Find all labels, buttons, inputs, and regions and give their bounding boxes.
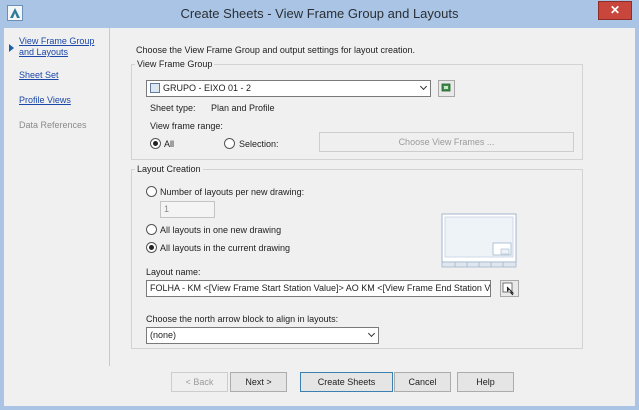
intro-text: Choose the View Frame Group and output s… <box>136 45 415 55</box>
wizard-nav: View Frame Group and Layouts Sheet Set P… <box>4 28 110 366</box>
nav-item-view-frame-group[interactable]: View Frame Group and Layouts <box>19 36 94 58</box>
edit-format-icon <box>502 282 515 296</box>
north-arrow-value: (none) <box>150 330 177 340</box>
view-frame-range-label: View frame range: <box>150 121 223 131</box>
view-frame-group-box: View Frame Group GRUPO - EIXO 01 - 2 She… <box>131 59 583 160</box>
nav-item-profile-views[interactable]: Profile Views <box>19 95 71 106</box>
main-panel: Choose the View Frame Group and output s… <box>111 28 635 366</box>
title-bar[interactable]: Create Sheets - View Frame Group and Lay… <box>0 0 639 28</box>
view-frame-group-icon <box>150 83 160 93</box>
layouts-per-drawing-label[interactable]: Number of layouts per new drawing: <box>160 187 304 197</box>
layout-preview-image <box>441 213 517 269</box>
chevron-down-icon <box>367 329 376 338</box>
chevron-down-icon <box>419 82 428 91</box>
nav-item-data-references[interactable]: Data References <box>19 120 87 131</box>
north-arrow-label: Choose the north arrow block to align in… <box>146 314 339 324</box>
north-arrow-select[interactable]: (none) <box>146 327 379 344</box>
range-all-radio[interactable] <box>150 138 161 149</box>
cancel-button[interactable]: Cancel <box>394 372 451 392</box>
close-button[interactable]: ✕ <box>598 1 632 20</box>
layouts-per-drawing-radio[interactable] <box>146 186 157 197</box>
one-new-drawing-radio[interactable] <box>146 224 157 235</box>
range-selection-label[interactable]: Selection: <box>239 139 279 149</box>
layout-creation-label: Layout Creation <box>135 164 203 174</box>
back-button[interactable]: < Back <box>171 372 228 392</box>
nav-item-sheet-set[interactable]: Sheet Set <box>19 70 59 81</box>
help-button[interactable]: Help <box>457 372 514 392</box>
window-title: Create Sheets - View Frame Group and Lay… <box>180 6 459 21</box>
view-frame-group-value: GRUPO - EIXO 01 - 2 <box>163 83 252 93</box>
one-new-drawing-label[interactable]: All layouts in one new drawing <box>160 225 281 235</box>
dialog-window: Create Sheets - View Frame Group and Lay… <box>0 0 639 410</box>
current-step-arrow-icon <box>9 44 14 52</box>
create-sheets-button[interactable]: Create Sheets <box>300 372 393 392</box>
choose-view-frames-button[interactable]: Choose View Frames ... <box>319 132 574 152</box>
layout-name-format-button[interactable] <box>500 280 519 297</box>
nav-item-label-line2: and Layouts <box>19 47 69 57</box>
next-button[interactable]: Next > <box>230 372 287 392</box>
layouts-per-drawing-input[interactable]: 1 <box>160 201 215 218</box>
sheet-type-label: Sheet type: <box>150 103 196 113</box>
view-frame-group-pick-icon <box>441 83 451 92</box>
nav-item-label-line1: View Frame Group <box>19 36 95 46</box>
dialog-footer: < Back Next > Create Sheets Cancel Help <box>4 366 635 406</box>
range-selection-radio[interactable] <box>224 138 235 149</box>
current-drawing-radio[interactable] <box>146 242 157 253</box>
layout-name-input[interactable]: FOLHA - KM <[View Frame Start Station Va… <box>146 280 491 297</box>
pick-view-frame-group-button[interactable] <box>438 80 455 97</box>
dialog-client: View Frame Group and Layouts Sheet Set P… <box>4 28 635 406</box>
view-frame-group-select[interactable]: GRUPO - EIXO 01 - 2 <box>146 80 431 97</box>
range-all-label[interactable]: All <box>164 139 174 149</box>
current-drawing-label[interactable]: All layouts in the current drawing <box>160 243 290 253</box>
view-frame-group-label: View Frame Group <box>135 59 215 69</box>
sheet-type-value: Plan and Profile <box>211 103 275 113</box>
layout-name-label: Layout name: <box>146 267 201 277</box>
